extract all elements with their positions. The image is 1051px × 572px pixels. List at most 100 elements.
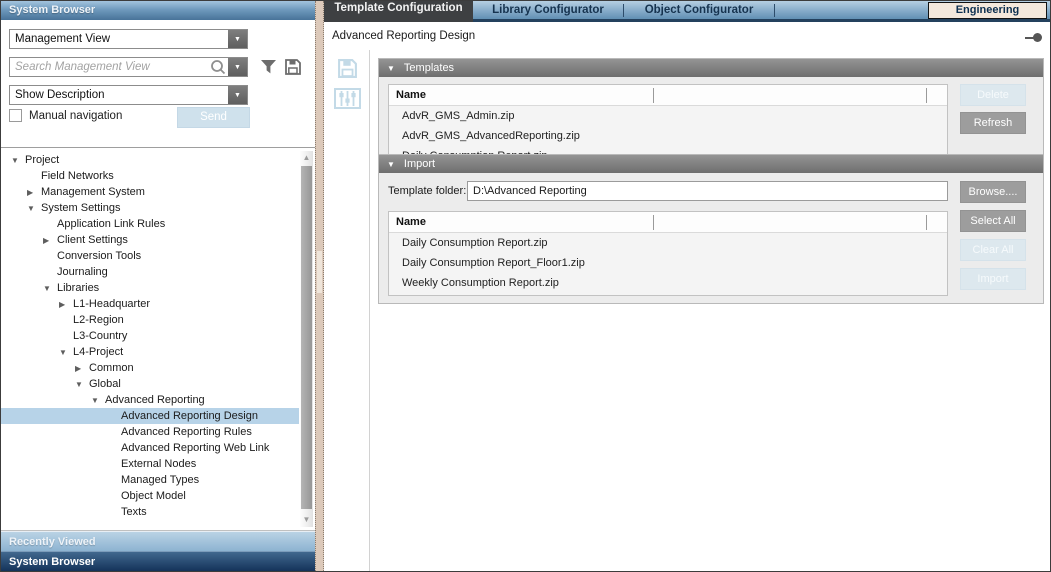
content-panel: Template Configuration Library Configura… (324, 1, 1051, 571)
tree-item[interactable]: L3-Country (1, 328, 299, 344)
refresh-button[interactable]: Refresh (960, 112, 1026, 134)
import-button[interactable]: Import (960, 268, 1026, 290)
splitter-grip[interactable] (317, 251, 322, 293)
table-row[interactable]: AdvR_GMS_AdvancedReporting.zip (389, 126, 947, 146)
system-browser-bar[interactable]: System Browser (1, 551, 315, 571)
search-chevron-down-icon[interactable]: ▼ (228, 58, 247, 76)
tree-item[interactable]: Advanced Reporting Web Link (1, 440, 299, 456)
tree-item[interactable]: Libraries (1, 280, 299, 296)
search-icon[interactable] (208, 59, 228, 75)
tree-item[interactable]: Conversion Tools (1, 248, 299, 264)
tree-expander-icon[interactable] (11, 156, 25, 165)
save-icon[interactable] (284, 58, 304, 76)
search-input[interactable] (10, 61, 208, 73)
template-file-name: AdvR_GMS_AdvancedReporting.zip (402, 130, 580, 142)
tree-expander-icon[interactable] (27, 204, 41, 213)
tree-item-label: Field Networks (41, 170, 114, 182)
column-divider[interactable] (653, 88, 654, 103)
tree-item[interactable]: Global (1, 376, 299, 392)
settings-sliders-icon[interactable] (334, 88, 361, 114)
import-table: Name Daily Consumption Report.zip Daily … (388, 211, 948, 296)
template-folder-input[interactable] (467, 181, 948, 201)
tree-item[interactable]: Texts (1, 504, 299, 520)
table-row[interactable]: AdvR_GMS_Admin.zip (389, 106, 947, 126)
view-selector[interactable]: Management View ▼ (9, 29, 248, 49)
manual-navigation-checkbox[interactable] (9, 109, 22, 122)
column-divider[interactable] (926, 215, 927, 230)
import-table-header[interactable]: Name (389, 212, 947, 233)
filter-icon[interactable] (259, 58, 279, 76)
panel-splitter[interactable] (315, 1, 324, 571)
tree-item[interactable]: Application Link Rules (1, 216, 299, 232)
import-section-header[interactable]: ▼Import (379, 155, 1043, 173)
tree-expander-icon[interactable] (27, 188, 41, 197)
scrollbar-thumb[interactable] (301, 166, 312, 509)
tree-item[interactable]: Management System (1, 184, 299, 200)
tree-item[interactable]: Journaling (1, 264, 299, 280)
breadcrumb-row: Advanced Reporting Design (324, 22, 1051, 50)
tab-library-configurator[interactable]: Library Configurator (473, 4, 623, 16)
tree-expander-icon[interactable] (43, 236, 57, 245)
tree-item[interactable]: Common (1, 360, 299, 376)
tree-item-label: Application Link Rules (57, 218, 165, 230)
tree-expander-icon[interactable] (59, 300, 73, 309)
tree-item[interactable]: System Settings (1, 200, 299, 216)
column-divider[interactable] (926, 88, 927, 103)
import-file-name: Weekly Consumption Report.zip (402, 277, 559, 289)
template-folder-label: Template folder: (388, 185, 467, 197)
browse-button[interactable]: Browse.... (960, 181, 1026, 203)
engineering-mode-button[interactable]: Engineering (928, 2, 1047, 19)
search-field[interactable]: ▼ (9, 57, 248, 77)
templates-table-header[interactable]: Name (389, 85, 947, 106)
tree-item[interactable]: L1-Headquarter (1, 296, 299, 312)
table-row[interactable]: Daily Consumption Report.zip (389, 233, 947, 253)
send-button[interactable]: Send (177, 107, 250, 128)
pin-icon[interactable] (1025, 33, 1042, 42)
page-title: Advanced Reporting Design (332, 30, 475, 42)
table-row[interactable]: Daily Consumption Report_Floor1.zip (389, 253, 947, 273)
tree-item[interactable]: L2-Region (1, 312, 299, 328)
tree-item[interactable]: Advanced Reporting Rules (1, 424, 299, 440)
tree-item[interactable]: Project (1, 152, 299, 168)
tree-expander-icon[interactable] (75, 364, 89, 373)
tree-item-label: Common (89, 362, 134, 374)
templates-section-header[interactable]: ▼ Templates (379, 59, 1043, 77)
recently-viewed-bar[interactable]: Recently Viewed (1, 531, 315, 551)
tree-item[interactable]: Client Settings (1, 232, 299, 248)
toolbar-strip (324, 50, 370, 571)
tree-expander-icon[interactable] (91, 396, 105, 405)
manual-navigation-label: Manual navigation (29, 110, 122, 122)
select-all-button[interactable]: Select All (960, 210, 1026, 232)
tree-scrollbar[interactable]: ▲ ▼ (300, 151, 313, 527)
tree-item[interactable]: Object Model (1, 488, 299, 504)
tree-expander-icon[interactable] (75, 380, 89, 389)
description-selector[interactable]: Show Description ▼ (9, 85, 248, 105)
tree-expander-icon[interactable] (43, 284, 57, 293)
table-row[interactable]: Weekly Consumption Report.zip (389, 273, 947, 293)
tree-expander-icon[interactable] (59, 348, 73, 357)
collapse-icon[interactable]: ▼ (387, 160, 395, 169)
tree-item[interactable]: Advanced Reporting Design (1, 408, 299, 424)
delete-button[interactable]: Delete (960, 84, 1026, 106)
tree-item[interactable]: L4-Project (1, 344, 299, 360)
tree-item[interactable]: Managed Types (1, 472, 299, 488)
tree-item[interactable]: Advanced Reporting (1, 392, 299, 408)
chevron-down-icon[interactable]: ▼ (228, 86, 247, 104)
collapse-icon[interactable]: ▼ (387, 64, 395, 73)
clear-all-button[interactable]: Clear All (960, 239, 1026, 261)
scroll-up-icon[interactable]: ▲ (300, 152, 313, 164)
templates-section-title: Templates (404, 62, 454, 74)
tree-item[interactable]: External Nodes (1, 456, 299, 472)
column-divider[interactable] (653, 215, 654, 230)
scroll-down-icon[interactable]: ▼ (300, 514, 313, 526)
tab-template-configuration[interactable]: Template Configuration (324, 0, 473, 22)
name-column-header[interactable]: Name (389, 216, 426, 228)
tree-item[interactable]: Field Networks (1, 168, 299, 184)
tab-bar: Template Configuration Library Configura… (324, 1, 1051, 22)
tab-object-configurator[interactable]: Object Configurator (624, 4, 774, 16)
save-icon[interactable] (337, 58, 358, 84)
view-selector-value: Management View (10, 33, 228, 45)
tree-item-label: Conversion Tools (57, 250, 141, 262)
chevron-down-icon[interactable]: ▼ (228, 30, 247, 48)
name-column-header[interactable]: Name (389, 89, 426, 101)
